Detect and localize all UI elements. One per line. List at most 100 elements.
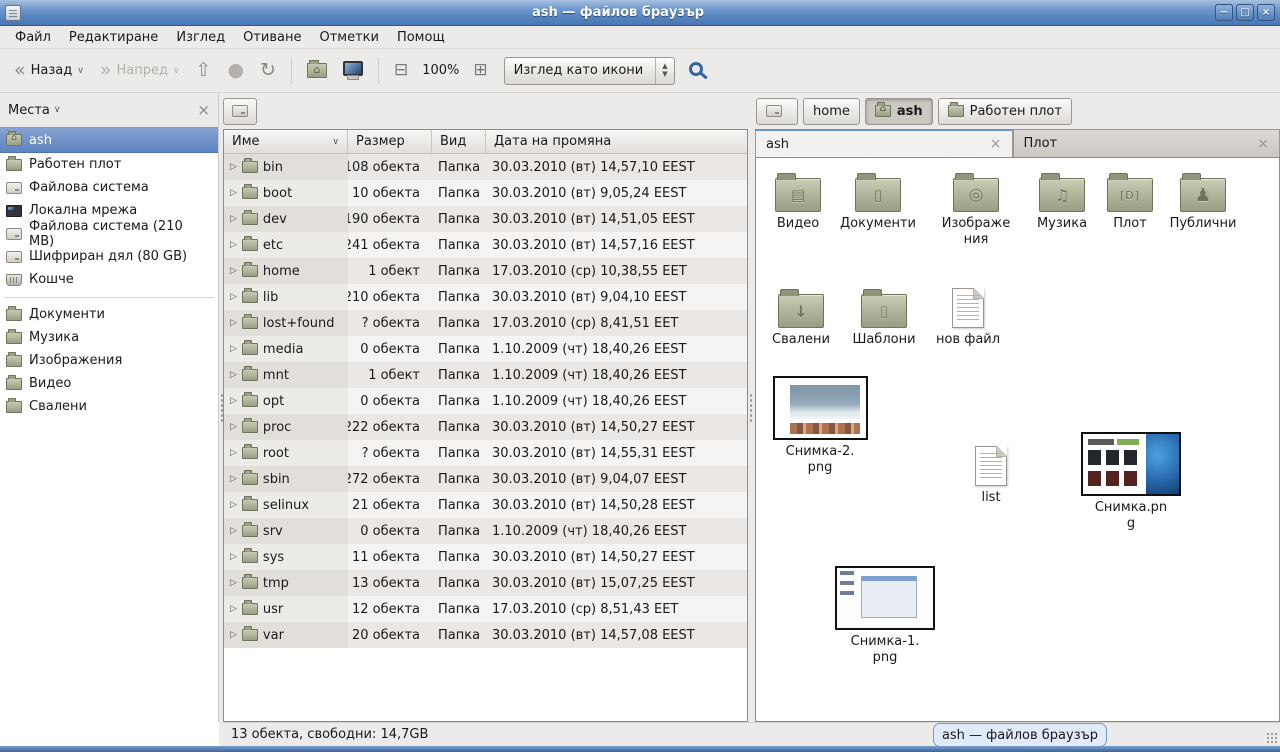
icon-view-item[interactable]: Шаблони (842, 288, 926, 348)
forward-button[interactable]: » Напред ∨ (94, 56, 186, 85)
table-row[interactable]: ▷ lib 210 обекта Папка 30.03.2010 (вт) 9… (224, 284, 747, 310)
icon-view-item[interactable]: Видео (756, 172, 840, 232)
tab-close-icon[interactable]: × (1257, 136, 1269, 152)
places-dropdown-icon[interactable]: ∨ (54, 105, 61, 115)
back-button[interactable]: « Назад ∨ (8, 56, 90, 85)
table-row[interactable]: ▷ selinux 21 обекта Папка 30.03.2010 (вт… (224, 492, 747, 518)
computer-button[interactable] (337, 56, 369, 85)
column-header-size[interactable]: Размер (348, 130, 432, 153)
column-header-type[interactable]: Вид (432, 130, 486, 153)
table-row[interactable]: ▷ sys 11 обекта Папка 30.03.2010 (вт) 14… (224, 544, 747, 570)
place-item[interactable]: ash (0, 127, 218, 153)
menu-item[interactable]: Отметки (310, 28, 387, 47)
tab-close-icon[interactable]: × (990, 136, 1002, 152)
tab[interactable]: Плот × (1013, 129, 1280, 157)
place-item[interactable]: Шифриран дял (80 GB) (0, 245, 218, 268)
expander-icon[interactable]: ▷ (230, 500, 237, 510)
table-row[interactable]: ▷ boot 10 обекта Папка 30.03.2010 (вт) 9… (224, 180, 747, 206)
table-row[interactable]: ▷ dev 190 обекта Папка 30.03.2010 (вт) 1… (224, 206, 747, 232)
minimize-button[interactable]: − (1215, 4, 1233, 21)
table-row[interactable]: ▷ mnt 1 обект Папка 1.10.2009 (чт) 18,40… (224, 362, 747, 388)
places-close-icon[interactable]: × (197, 101, 210, 119)
menu-item[interactable]: Отиване (234, 28, 310, 47)
expander-icon[interactable]: ▷ (230, 474, 237, 484)
stop-button[interactable]: ● (221, 56, 250, 85)
table-row[interactable]: ▷ etc 241 обекта Папка 30.03.2010 (вт) 1… (224, 232, 747, 258)
table-row[interactable]: ▷ tmp 13 обекта Папка 30.03.2010 (вт) 15… (224, 570, 747, 596)
expander-icon[interactable]: ▷ (230, 448, 237, 458)
view-mode-spinner[interactable]: ▲▼ (655, 58, 673, 84)
tab[interactable]: ash × (755, 129, 1013, 157)
column-header-date[interactable]: Дата на промяна (486, 130, 747, 153)
icon-view-item[interactable]: нов файл (926, 288, 1010, 348)
place-item[interactable]: Кошче (0, 268, 218, 291)
table-row[interactable]: ▷ opt 0 обекта Папка 1.10.2009 (чт) 18,4… (224, 388, 747, 414)
expander-icon[interactable]: ▷ (230, 266, 237, 276)
maximize-button[interactable]: □ (1236, 4, 1254, 21)
icon-view-item[interactable]: Изображения (934, 172, 1018, 249)
expander-icon[interactable]: ▷ (230, 396, 237, 406)
expander-icon[interactable]: ▷ (230, 344, 237, 354)
place-item[interactable]: Музика (0, 326, 218, 349)
up-button[interactable]: ⇧ (190, 56, 218, 85)
icon-view-item[interactable]: list (949, 446, 1033, 506)
breadcrumb[interactable]: Работен плот (938, 98, 1072, 125)
place-item[interactable]: Изображения (0, 349, 218, 372)
expander-icon[interactable]: ▷ (230, 604, 237, 614)
table-row[interactable]: ▷ bin 108 обекта Папка 30.03.2010 (вт) 1… (224, 154, 747, 180)
place-item[interactable]: Работен плот (0, 153, 218, 176)
places-title[interactable]: Места (8, 103, 50, 118)
expander-icon[interactable]: ▷ (230, 292, 237, 302)
table-row[interactable]: ▷ srv 0 обекта Папка 1.10.2009 (чт) 18,4… (224, 518, 747, 544)
zoom-in-button[interactable]: ⊞ (467, 57, 493, 84)
expander-icon[interactable]: ▷ (230, 370, 237, 380)
expander-icon[interactable]: ▷ (230, 578, 237, 588)
table-row[interactable]: ▷ home 1 обект Папка 17.03.2010 (ср) 10,… (224, 258, 747, 284)
reload-button[interactable]: ↻ (254, 56, 282, 85)
breadcrumb[interactable] (756, 98, 798, 125)
expander-icon[interactable]: ▷ (230, 630, 237, 640)
expander-icon[interactable]: ▷ (230, 552, 237, 562)
expander-icon[interactable]: ▷ (230, 422, 237, 432)
expander-icon[interactable]: ▷ (230, 214, 237, 224)
table-row[interactable]: ▷ root ? обекта Папка 30.03.2010 (вт) 14… (224, 440, 747, 466)
icon-view-item[interactable]: Публични (1161, 172, 1245, 232)
place-item[interactable]: Видео (0, 372, 218, 395)
search-icon[interactable] (689, 62, 703, 76)
taskbar-window-button[interactable]: ash — файлов браузър (933, 723, 1107, 747)
view-mode-select[interactable]: Изглед като икони ▲▼ (504, 57, 675, 85)
place-item[interactable]: Документи (0, 303, 218, 326)
icon-view-item[interactable]: Снимка-1.png (833, 566, 937, 667)
table-row[interactable]: ▷ var 20 обекта Папка 30.03.2010 (вт) 14… (224, 622, 747, 648)
filesystem-root-button[interactable] (223, 98, 257, 125)
table-row[interactable]: ▷ media 0 обекта Папка 1.10.2009 (чт) 18… (224, 336, 747, 362)
zoom-out-button[interactable]: ⊟ (388, 57, 414, 84)
place-item[interactable]: Свалени (0, 395, 218, 418)
pane-splitter[interactable] (748, 93, 755, 722)
breadcrumb[interactable]: ash (865, 98, 933, 125)
icon-view-item[interactable]: Свалени (759, 288, 843, 348)
menu-item[interactable]: Изглед (167, 28, 234, 47)
expander-icon[interactable]: ▷ (230, 318, 237, 328)
close-button[interactable]: × (1257, 4, 1275, 21)
place-item[interactable]: Файлова система (210 MB) (0, 222, 218, 245)
icon-view-item[interactable]: Снимка.png (1079, 432, 1183, 533)
back-history-dropdown[interactable]: ∨ (77, 66, 84, 76)
breadcrumb[interactable]: home (803, 98, 860, 125)
place-item[interactable]: Файлова система (0, 176, 218, 199)
column-header-name[interactable]: Име ∨ (224, 130, 348, 153)
table-row[interactable]: ▷ usr 12 обекта Папка 17.03.2010 (ср) 8,… (224, 596, 747, 622)
expander-icon[interactable]: ▷ (230, 526, 237, 536)
table-row[interactable]: ▷ sbin 272 обекта Папка 30.03.2010 (вт) … (224, 466, 747, 492)
icon-view-item[interactable]: Снимка-2.png (770, 376, 870, 477)
menu-item[interactable]: Редактиране (60, 28, 167, 47)
menu-item[interactable]: Помощ (388, 28, 454, 47)
icon-view-item[interactable]: Плот (1088, 172, 1172, 232)
home-button[interactable] (301, 58, 333, 83)
expander-icon[interactable]: ▷ (230, 162, 237, 172)
expander-icon[interactable]: ▷ (230, 188, 237, 198)
expander-icon[interactable]: ▷ (230, 240, 237, 250)
menu-item[interactable]: Файл (6, 28, 60, 47)
table-row[interactable]: ▷ lost+found ? обекта Папка 17.03.2010 (… (224, 310, 747, 336)
icon-view-item[interactable]: Документи (836, 172, 920, 232)
